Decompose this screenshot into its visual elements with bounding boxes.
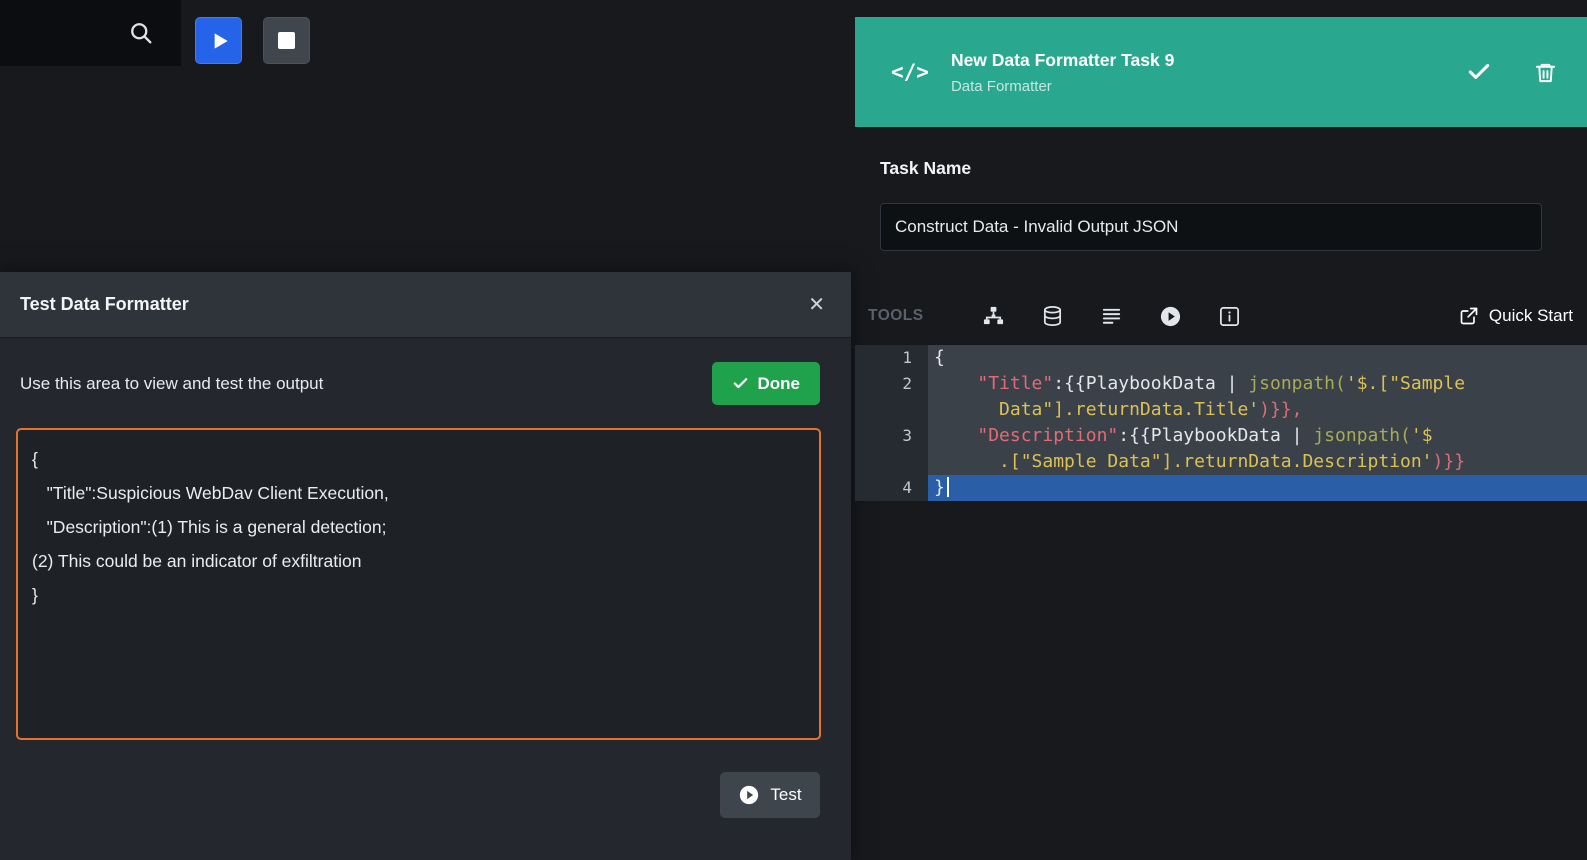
database-icon[interactable] [1041, 305, 1064, 328]
play-button[interactable] [195, 17, 242, 64]
tools-row: TOOLS Quick Start [868, 293, 1573, 339]
line-number: 4 [855, 475, 928, 501]
quick-start-button[interactable]: Quick Start [1459, 306, 1573, 326]
task-panel-actions [1466, 59, 1557, 85]
task-name-label: Task Name [880, 158, 971, 179]
info-icon[interactable] [1218, 305, 1241, 328]
code-icon: </> [891, 60, 929, 84]
stop-icon [278, 32, 295, 49]
search-bar[interactable] [0, 0, 181, 66]
done-button-label: Done [758, 374, 801, 394]
line-number: 3 [855, 423, 928, 475]
task-panel-titles: New Data Formatter Task 9 Data Formatter [951, 50, 1444, 95]
task-panel-header: </> New Data Formatter Task 9 Data Forma… [855, 17, 1587, 127]
task-name-input[interactable] [880, 203, 1542, 251]
play-circle-icon [738, 784, 760, 806]
instruction-row: Use this area to view and test the outpu… [20, 362, 820, 405]
code-line-4[interactable]: 4} [855, 475, 1587, 501]
line-number: 2 [855, 371, 928, 423]
code-line-3[interactable]: 3 "Description":{{PlaybookData | jsonpat… [855, 423, 1587, 475]
test-button[interactable]: Test [720, 772, 820, 818]
code-lines: 1{2 "Title":{{PlaybookData | jsonpath('$… [855, 345, 1587, 501]
search-icon[interactable] [127, 19, 155, 47]
app-root: Test Data Formatter ✕ Use this area to v… [0, 0, 1587, 860]
modal-header: Test Data Formatter ✕ [0, 272, 851, 338]
instruction-text: Use this area to view and test the outpu… [20, 374, 323, 394]
stop-button[interactable] [263, 17, 310, 64]
code-editor[interactable]: 1{2 "Title":{{PlaybookData | jsonpath('$… [855, 345, 1587, 501]
tools-label: TOOLS [868, 307, 924, 325]
line-number: 1 [855, 345, 928, 371]
text-lines-icon[interactable] [1100, 305, 1123, 328]
trash-icon[interactable] [1534, 61, 1557, 84]
sitemap-icon[interactable] [982, 305, 1005, 328]
modal-title: Test Data Formatter [20, 294, 189, 315]
test-button-label: Test [770, 785, 801, 805]
test-data-formatter-modal: Test Data Formatter ✕ Use this area to v… [0, 272, 851, 860]
text-cursor [947, 477, 949, 497]
confirm-check-icon[interactable] [1466, 59, 1492, 85]
play-icon [206, 28, 232, 54]
play-circle-icon[interactable] [1159, 305, 1182, 328]
output-textarea[interactable]: { "Title":Suspicious WebDav Client Execu… [16, 428, 821, 740]
code-content: { [928, 345, 1587, 371]
done-button[interactable]: Done [712, 362, 821, 405]
task-title: New Data Formatter Task 9 [951, 50, 1444, 71]
code-line-1[interactable]: 1{ [855, 345, 1587, 371]
close-icon[interactable]: ✕ [808, 295, 825, 315]
code-content: "Title":{{PlaybookData | jsonpath('$.["S… [928, 371, 1587, 423]
quick-start-label: Quick Start [1489, 306, 1573, 326]
code-line-2[interactable]: 2 "Title":{{PlaybookData | jsonpath('$.[… [855, 371, 1587, 423]
code-content: "Description":{{PlaybookData | jsonpath(… [928, 423, 1587, 475]
code-content: } [928, 475, 1587, 501]
task-subtitle: Data Formatter [951, 78, 1444, 95]
tools-icons [982, 305, 1241, 328]
check-icon [732, 375, 749, 392]
external-link-icon [1459, 306, 1479, 326]
